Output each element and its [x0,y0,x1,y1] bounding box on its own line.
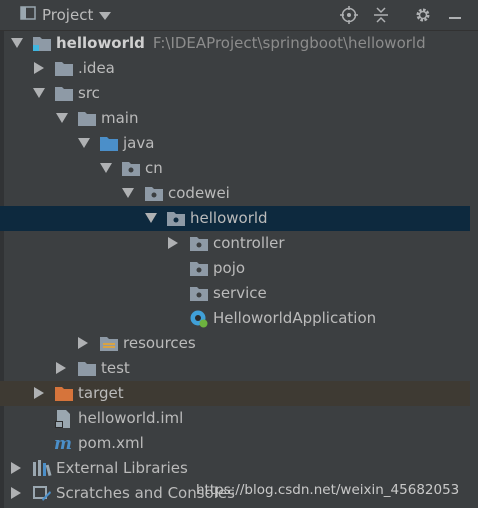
collapsed-arrow-icon[interactable] [34,387,44,399]
maven-icon: m [54,434,72,454]
tree-node-label: .idea [78,59,115,77]
package-icon [190,260,208,276]
collapsed-arrow-icon[interactable] [78,337,88,349]
chevron-down-icon [99,6,112,24]
tree-node-label: service [213,284,267,302]
source-folder-icon [100,135,118,151]
expanded-arrow-icon[interactable] [145,213,157,223]
tree-node-codewei[interactable]: codewei [0,181,470,206]
project-window-icon [20,5,36,25]
collapsed-arrow-icon[interactable] [56,362,66,374]
collapsed-arrow-icon[interactable] [11,487,21,499]
folder-icon [78,110,96,126]
tree-node-cn[interactable]: cn [0,156,470,181]
tree-node-idea[interactable]: .idea [0,56,470,81]
package-icon [122,160,140,176]
iml-file-icon [55,410,73,428]
tree-node-resources[interactable]: resources [0,331,470,356]
tree-node-controller[interactable]: controller [0,231,470,256]
expanded-arrow-icon[interactable] [11,38,23,48]
tree-node-label: helloworld F:\IDEAProject\springboot\hell… [56,34,426,52]
excluded-folder-icon [55,385,73,401]
svg-text:m: m [54,434,72,452]
tree-node-helloworld-application[interactable]: HelloworldApplication [0,306,470,331]
expanded-arrow-icon[interactable] [56,113,68,123]
tree-node-label: pom.xml [78,434,144,452]
tree-node-label: pojo [213,259,246,277]
tree-node-pojo[interactable]: pojo [0,256,470,281]
expanded-arrow-icon[interactable] [122,188,134,198]
tree-node-test[interactable]: test [0,356,470,381]
tree-node-label: target [78,384,124,402]
tree-node-iml[interactable]: helloworld.iml [0,406,470,431]
expanded-arrow-icon[interactable] [33,88,45,98]
tree-node-target[interactable]: target [0,381,470,406]
tree-node-label: resources [123,334,196,352]
folder-icon [55,60,73,76]
project-view-title: Project [42,6,94,24]
expanded-arrow-icon[interactable] [100,163,112,173]
package-icon [167,210,185,226]
package-icon [190,235,208,251]
tree-node-label: codewei [168,184,230,202]
tree-node-label: controller [213,234,285,252]
tree-node-helloworld-package[interactable]: helloworld [0,206,470,231]
package-icon [145,185,163,201]
expanded-arrow-icon[interactable] [78,138,90,148]
tree-node-java[interactable]: java [0,131,470,156]
minimize-icon[interactable] [446,6,464,24]
project-view-selector[interactable]: Project [20,4,112,26]
collapse-all-icon[interactable] [372,6,390,24]
tree-node-label: HelloworldApplication [213,309,377,327]
tree-node-root[interactable]: helloworld F:\IDEAProject\springboot\hell… [0,31,470,56]
tree-node-label: test [101,359,130,377]
tree-node-service[interactable]: service [0,281,470,306]
tree-node-main[interactable]: main [0,106,470,131]
folder-icon [78,360,96,376]
project-toolbar: Project [0,0,478,31]
module-folder-icon [33,35,51,51]
collapsed-arrow-icon[interactable] [168,237,178,249]
vertical-scrollbar[interactable] [470,31,478,508]
collapsed-arrow-icon[interactable] [34,62,44,74]
locate-icon[interactable] [340,6,358,24]
tree-node-label: helloworld [190,209,268,227]
tree-node-label: java [123,134,155,152]
tree-node-src[interactable]: src [0,81,470,106]
tree-node-external-libraries[interactable]: External Libraries [0,456,470,481]
gear-icon[interactable] [414,6,432,24]
folder-icon [55,85,73,101]
libraries-icon [32,460,52,477]
resources-folder-icon [100,335,118,351]
tree-node-label: main [101,109,139,127]
module-path: F:\IDEAProject\springboot\helloworld [152,34,426,52]
tree-node-label: src [78,84,100,102]
package-icon [190,285,208,301]
tree-node-label: External Libraries [56,459,188,477]
collapsed-arrow-icon[interactable] [11,462,21,474]
watermark: https://blog.csdn.net/weixin_45682053 [196,482,460,498]
tree-node-label: helloworld.iml [78,409,184,427]
tree-node-pom[interactable]: m pom.xml [0,431,470,456]
tree-node-label: cn [145,159,163,177]
scratches-icon [32,485,51,501]
spring-boot-class-icon [190,310,208,328]
